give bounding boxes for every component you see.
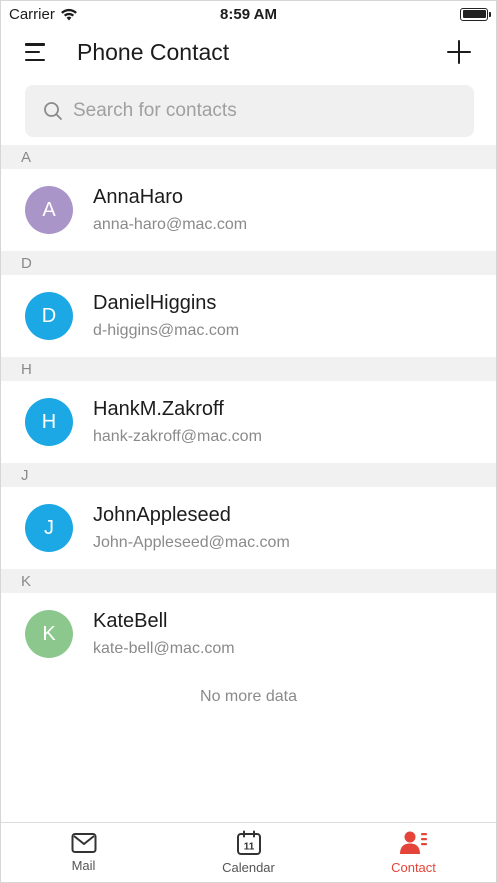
tab-label-mail: Mail (71, 858, 96, 873)
tab-contact[interactable]: Contact (331, 823, 496, 882)
calendar-icon-day: 11 (243, 842, 254, 853)
contact-text: DanielHiggins d-higgins@mac.com (93, 291, 239, 341)
carrier-label: Carrier (9, 5, 55, 23)
avatar: A (25, 186, 73, 234)
calendar-icon: 11 (236, 830, 261, 855)
menu-icon[interactable] (25, 41, 49, 63)
contact-list: A A AnnaHaro anna-haro@mac.com D D DanielHiggi… (1, 145, 496, 706)
battery-level (462, 10, 486, 18)
contact-email: anna-haro@mac.com (93, 216, 248, 233)
avatar: J (25, 504, 73, 552)
contact-row[interactable]: A AnnaHaro anna-haro@mac.com (1, 169, 496, 251)
contact-text: JohnAppleseed John-Appleseed@mac.com (93, 503, 290, 553)
contact-email: kate-bell@mac.com (93, 640, 235, 657)
contact-row[interactable]: K KateBell kate-bell@mac.com (1, 593, 496, 675)
section-header: D (1, 251, 496, 275)
status-left: Carrier (9, 6, 78, 23)
section-header: J (1, 463, 496, 487)
contact-name: JohnAppleseed (93, 504, 231, 526)
contact-row[interactable]: D DanielHiggins d-higgins@mac.com (1, 275, 496, 357)
search-box[interactable] (25, 85, 474, 137)
wifi-icon (60, 8, 77, 20)
section-header: H (1, 357, 496, 381)
avatar: H (25, 398, 73, 446)
contact-name: AnnaHaro (93, 186, 184, 208)
section-header: A (1, 145, 496, 169)
contact-email: John-Appleseed@mac.com (93, 534, 290, 551)
avatar: K (25, 610, 73, 658)
no-more-data-label: No more data (200, 688, 297, 705)
mail-icon (71, 833, 96, 853)
contact-row[interactable]: J JohnAppleseed John-Appleseed@mac.com (1, 487, 496, 569)
contact-text: KateBell kate-bell@mac.com (93, 609, 235, 659)
header: Phone Contact (1, 27, 496, 77)
tab-label-contact: Contact (391, 860, 436, 875)
avatar: D (25, 292, 73, 340)
search-icon (44, 102, 62, 120)
tab-mail[interactable]: Mail (1, 823, 166, 882)
battery-icon (460, 7, 491, 21)
contact-text: HankM.Zakroff hank-zakroff@mac.com (93, 397, 262, 447)
page-title: Phone Contact (77, 38, 230, 65)
contact-name: DanielHiggins (93, 292, 217, 314)
contact-email: d-higgins@mac.com (93, 322, 240, 339)
add-contact-button[interactable] (446, 39, 472, 65)
tab-label-calendar: Calendar (222, 860, 275, 875)
contact-email: hank-zakroff@mac.com (93, 428, 262, 445)
tab-calendar[interactable]: 11 Calendar (166, 823, 331, 882)
search-input[interactable] (73, 100, 456, 122)
section-header: K (1, 569, 496, 593)
contact-name: KateBell (93, 610, 168, 632)
contact-name: HankM.Zakroff (93, 398, 224, 420)
app-screen: Carrier 8:59 AM Phone Contact AA AnnaHaro… (0, 0, 497, 883)
tab-bar: Mail 11 Calendar Contact (1, 822, 496, 882)
contact-row[interactable]: H HankM.Zakroff hank-zakroff@mac.com (1, 381, 496, 463)
status-bar: Carrier 8:59 AM (1, 1, 496, 27)
contact-text: AnnaHaro anna-haro@mac.com (93, 185, 247, 235)
contact-icon (399, 831, 427, 854)
